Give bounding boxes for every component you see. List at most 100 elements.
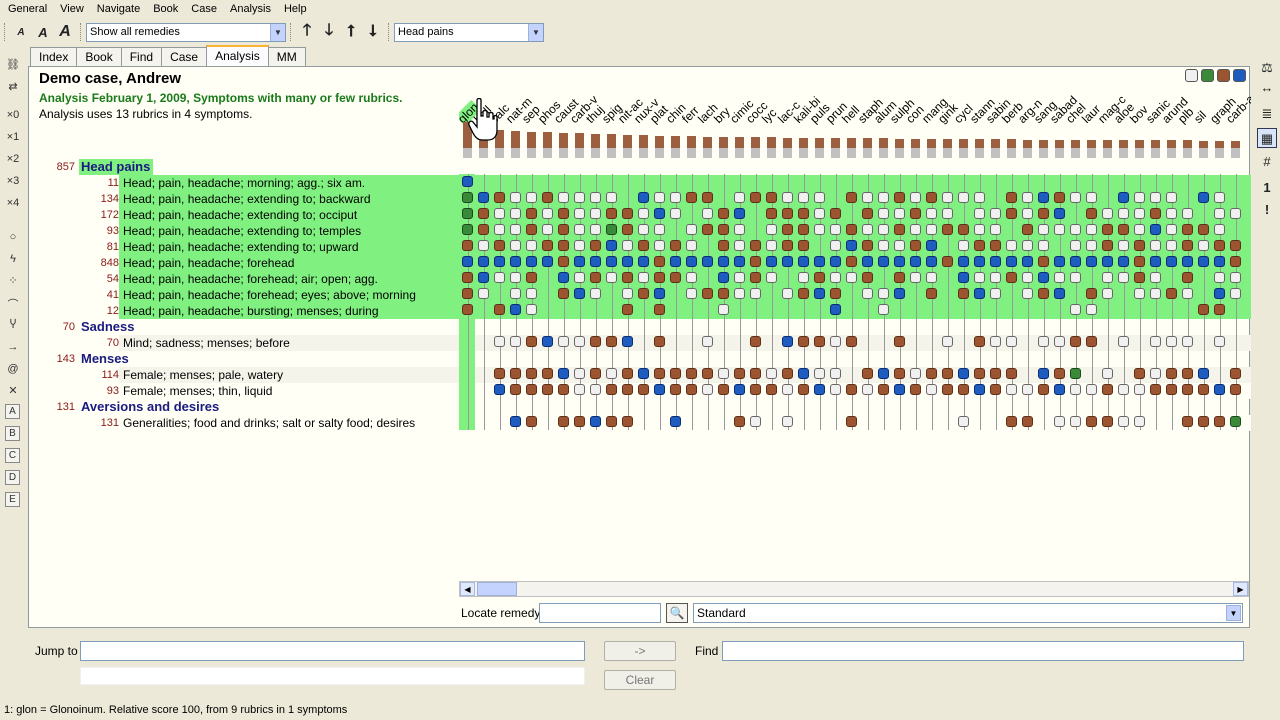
remedy-grade-cell[interactable] (1118, 256, 1129, 267)
remedy-grade-cell[interactable] (974, 192, 985, 203)
remedy-grade-cell[interactable] (990, 288, 1001, 299)
remedy-grade-cell[interactable] (1214, 384, 1225, 395)
remedy-grade-cell[interactable] (622, 240, 633, 251)
remedy-grade-cell[interactable] (558, 256, 569, 267)
remedy-grade-cell[interactable] (622, 304, 633, 315)
remedy-grade-cell[interactable] (526, 208, 537, 219)
remedy-grade-cell[interactable] (638, 208, 649, 219)
remedy-grade-cell[interactable] (878, 224, 889, 235)
remedy-grade-cell[interactable] (590, 208, 601, 219)
remedy-grade-cell[interactable] (462, 272, 473, 283)
remedy-grade-cell[interactable] (878, 368, 889, 379)
remedy-grade-cell[interactable] (734, 368, 745, 379)
remedy-grade-cell[interactable] (462, 256, 473, 267)
remedy-grade-cell[interactable] (622, 272, 633, 283)
remedy-grade-cell[interactable] (686, 288, 697, 299)
remedy-grade-cell[interactable] (542, 240, 553, 251)
remedy-grade-cell[interactable] (894, 240, 905, 251)
remedy-grade-cell[interactable] (958, 224, 969, 235)
remedy-grade-cell[interactable] (670, 208, 681, 219)
remedy-grade-cell[interactable] (670, 192, 681, 203)
remedy-grade-cell[interactable] (1038, 208, 1049, 219)
remedy-grade-cell[interactable] (622, 208, 633, 219)
remedy-grade-cell[interactable] (862, 288, 873, 299)
remedy-grade-cell[interactable] (926, 272, 937, 283)
remedy-grade-cell[interactable] (1182, 368, 1193, 379)
section-e-button[interactable]: E (5, 492, 20, 507)
remedy-grade-cell[interactable] (1038, 288, 1049, 299)
brown-square-icon[interactable] (1217, 69, 1230, 82)
remedy-grade-cell[interactable] (974, 336, 985, 347)
remedy-grade-cell[interactable] (766, 384, 777, 395)
remedy-grade-cell[interactable] (638, 384, 649, 395)
remedy-grade-cell[interactable] (910, 384, 921, 395)
arrow-up-bold-icon[interactable]: ⭡ (340, 21, 362, 43)
green-square-icon[interactable] (1201, 69, 1214, 82)
remedy-grade-cell[interactable] (1134, 272, 1145, 283)
remedy-grade-cell[interactable] (1086, 416, 1097, 427)
remedy-grade-cell[interactable] (702, 256, 713, 267)
remedy-grade-cell[interactable] (990, 256, 1001, 267)
scroll-right-icon[interactable]: ▶ (1233, 582, 1248, 596)
remedy-grade-cell[interactable] (1038, 336, 1049, 347)
remedy-grade-cell[interactable] (718, 288, 729, 299)
section-b-button[interactable]: B (5, 426, 20, 441)
remedy-grade-cell[interactable] (1150, 240, 1161, 251)
remedy-grade-cell[interactable] (1182, 336, 1193, 347)
remedy-grade-cell[interactable] (798, 240, 809, 251)
remedy-grade-cell[interactable] (1006, 240, 1017, 251)
remedy-grade-cell[interactable] (926, 192, 937, 203)
remedy-grade-cell[interactable] (878, 208, 889, 219)
remedy-grade-cell[interactable] (590, 368, 601, 379)
remedy-grade-cell[interactable] (782, 224, 793, 235)
remedy-grade-cell[interactable] (606, 192, 617, 203)
remedy-grade-cell[interactable] (926, 288, 937, 299)
remedy-grade-cell[interactable] (590, 224, 601, 235)
remedy-grade-cell[interactable] (1054, 336, 1065, 347)
remedy-grade-cell[interactable] (718, 224, 729, 235)
remedy-grade-cell[interactable] (590, 288, 601, 299)
remedy-grade-cell[interactable] (846, 384, 857, 395)
remedy-grade-cell[interactable] (1006, 416, 1017, 427)
remedy-grade-cell[interactable] (526, 256, 537, 267)
remedy-grade-cell[interactable] (814, 336, 825, 347)
remedy-grade-cell[interactable] (542, 224, 553, 235)
remedy-grade-cell[interactable] (478, 272, 489, 283)
remedy-grade-cell[interactable] (1054, 256, 1065, 267)
remedy-grade-cell[interactable] (1054, 288, 1065, 299)
remedy-grade-cell[interactable] (510, 272, 521, 283)
horizontal-scrollbar[interactable]: ◀ ▶ (459, 581, 1249, 597)
remedy-grade-cell[interactable] (590, 192, 601, 203)
remedy-grade-cell[interactable] (1038, 272, 1049, 283)
remedy-grade-cell[interactable] (926, 384, 937, 395)
remedy-grade-cell[interactable] (734, 256, 745, 267)
remedy-grade-cell[interactable] (638, 256, 649, 267)
remedy-grade-cell[interactable] (1086, 224, 1097, 235)
remedy-grade-cell[interactable] (718, 240, 729, 251)
remedy-grade-cell[interactable] (750, 416, 761, 427)
remedy-grade-cell[interactable] (990, 384, 1001, 395)
remedy-grade-cell[interactable] (1038, 224, 1049, 235)
remedy-grade-cell[interactable] (862, 208, 873, 219)
white-square-icon[interactable] (1185, 69, 1198, 82)
remedy-grade-cell[interactable] (526, 224, 537, 235)
remedy-grade-cell[interactable] (734, 208, 745, 219)
remedy-grade-cell[interactable] (542, 336, 553, 347)
remedy-grade-cell[interactable] (1166, 208, 1177, 219)
remedy-grade-cell[interactable] (510, 416, 521, 427)
section-d-button[interactable]: D (5, 470, 20, 485)
remedy-grade-cell[interactable] (878, 384, 889, 395)
remedy-grade-cell[interactable] (494, 240, 505, 251)
remedy-grade-cell[interactable] (814, 192, 825, 203)
remedy-grade-cell[interactable] (1006, 256, 1017, 267)
remedy-grade-cell[interactable] (782, 256, 793, 267)
remedy-grade-cell[interactable] (1214, 208, 1225, 219)
remedy-grade-cell[interactable] (494, 224, 505, 235)
remedy-grade-cell[interactable] (478, 240, 489, 251)
remedy-grade-cell[interactable] (910, 272, 921, 283)
remedy-grade-cell[interactable] (734, 288, 745, 299)
remedy-grade-cell[interactable] (462, 240, 473, 251)
remedy-grade-cell[interactable] (1150, 256, 1161, 267)
remedy-grade-cell[interactable] (734, 240, 745, 251)
remedy-grade-cell[interactable] (558, 192, 569, 203)
